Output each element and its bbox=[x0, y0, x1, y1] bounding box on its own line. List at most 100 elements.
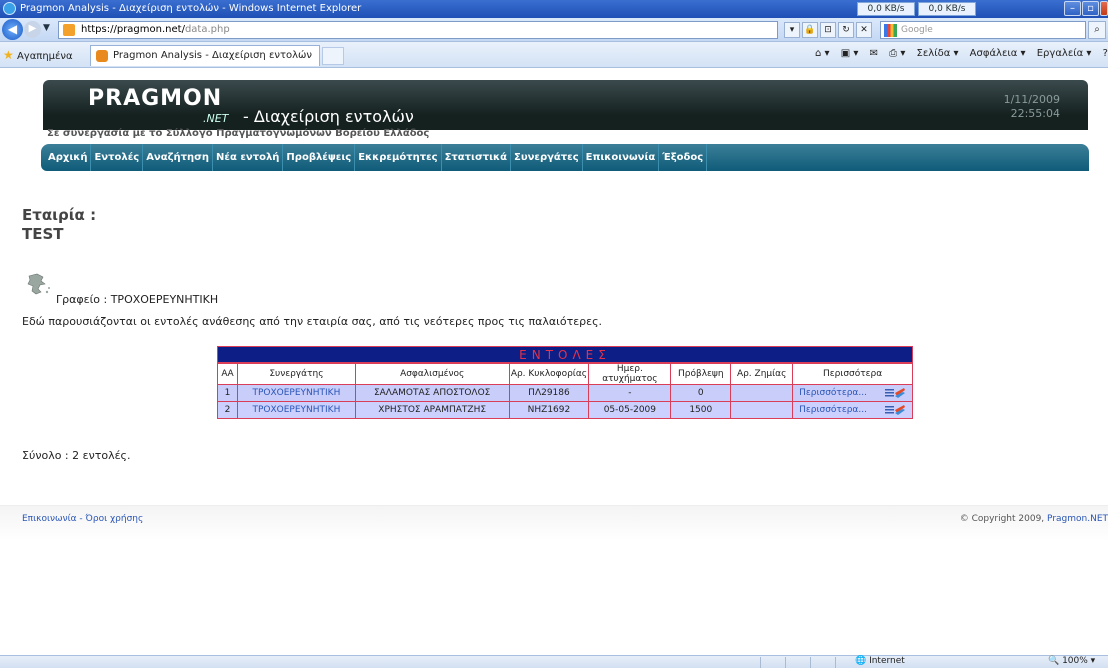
tools-menu[interactable]: Εργαλεία ▾ bbox=[1037, 48, 1092, 59]
upload-speed: 0,0 KB/s bbox=[918, 2, 976, 16]
col-plate: Αρ. Κυκλοφορίας bbox=[508, 363, 590, 385]
cell-claim-no bbox=[730, 401, 794, 419]
copyright: © Copyright 2009, Pragmon.NET bbox=[960, 514, 1108, 524]
history-dropdown[interactable]: ▼ bbox=[43, 23, 50, 33]
status-divider bbox=[835, 657, 836, 668]
site-header: PRAGMON .NET - Διαχείριση εντολών 1/11/2… bbox=[43, 80, 1088, 130]
favorites-label: Αγαπημένα bbox=[16, 51, 73, 62]
tab-title: Pragmon Analysis - Διαχείριση εντολών bbox=[113, 50, 312, 61]
edit-order-icon[interactable] bbox=[884, 404, 906, 416]
partner-link[interactable]: ΤΡΟΧΟΕΡΕΥΝΗΤΙΚΗ bbox=[236, 401, 356, 419]
menu-home[interactable]: Αρχική bbox=[45, 144, 92, 171]
cell-forecast: 1500 bbox=[670, 401, 732, 419]
col-aa: ΑΑ bbox=[217, 363, 238, 385]
google-icon bbox=[884, 24, 897, 37]
menu-orders[interactable]: Εντολές bbox=[91, 144, 144, 171]
cell-forecast: 0 bbox=[670, 384, 732, 402]
more-link[interactable]: Περισσότερα... bbox=[799, 388, 867, 398]
menu-logout[interactable]: Έξοδος bbox=[659, 144, 708, 171]
security-zone[interactable]: 🌐 Internet bbox=[855, 656, 905, 666]
help-icon[interactable]: ?▾ bbox=[1103, 48, 1108, 59]
copyright-link[interactable]: Pragmon.NET bbox=[1047, 514, 1108, 524]
search-input[interactable]: Google bbox=[880, 21, 1086, 39]
menu-forecasts[interactable]: Προβλέψεις bbox=[283, 144, 356, 171]
compat-view-icon[interactable]: ⊡ bbox=[820, 22, 836, 38]
site-footer: Επικοινωνία - Όροι χρήσης © Copyright 20… bbox=[0, 505, 1108, 541]
address-row: ◀ ▶ ▼ https://pragmon.net/data.php ▾ 🔒 ⊡ ↻ ✕… bbox=[0, 18, 1108, 42]
partner-link[interactable]: ΤΡΟΧΟΕΡΕΥΝΗΤΙΚΗ bbox=[236, 384, 356, 402]
menu-new-order[interactable]: Νέα εντολή bbox=[213, 144, 284, 171]
refresh-icon[interactable]: ↻ bbox=[838, 22, 854, 38]
greece-map-icon bbox=[27, 273, 50, 295]
page-content: PRAGMON .NET - Διαχείριση εντολών 1/11/2… bbox=[0, 69, 1108, 655]
office-label: Γραφείο : ΤΡΟΧΟΕΡΕΥΝΗΤΙΚΗ bbox=[56, 293, 219, 306]
table-row: 1 ΤΡΟΧΟΕΡΕΥΝΗΤΙΚΗ ΣΑΛΑΜΟΤΑΣ ΑΠΟΣΤΟΛΟΣ ΠΛ… bbox=[217, 384, 913, 402]
header-time: 22:55:04 bbox=[1010, 107, 1060, 120]
home-icon[interactable]: ⌂ ▾ bbox=[815, 48, 830, 59]
partner-subtitle: Σε συνεργασία με το Σύλλογο Πραγματογνωμ… bbox=[47, 128, 430, 139]
lock-icon[interactable]: 🔒 bbox=[802, 22, 818, 38]
status-divider bbox=[760, 657, 761, 668]
col-insured: Ασφαλισμένος bbox=[354, 363, 510, 385]
menu-pending[interactable]: Εκκρεμότητες bbox=[355, 144, 442, 171]
col-claim-no: Αρ. Ζημίας bbox=[730, 363, 794, 385]
favorites-button[interactable]: ★ Αγαπημένα bbox=[3, 48, 73, 62]
cell-accident-date: - bbox=[588, 384, 672, 402]
command-bar: ⌂ ▾ ▣ ▾ ✉ ⎙ ▾ Σελίδα ▾ Ασφάλεια ▾ Εργαλε… bbox=[815, 48, 1108, 59]
copyright-text: © Copyright 2009, bbox=[959, 514, 1045, 524]
search-placeholder: Google bbox=[901, 25, 933, 35]
zoom-level: 100% bbox=[1062, 656, 1088, 666]
safety-menu[interactable]: Ασφάλεια ▾ bbox=[970, 48, 1026, 59]
tabs-row: ★ Αγαπημένα Pragmon Analysis - Διαχείρισ… bbox=[0, 42, 1108, 68]
ie-icon bbox=[3, 2, 16, 15]
zoom-control[interactable]: 🔍 100% ▾ bbox=[1048, 656, 1095, 666]
col-partner: Συνεργάτης bbox=[236, 363, 356, 385]
search-button[interactable]: ⌕ bbox=[1088, 21, 1106, 39]
menu-search[interactable]: Αναζήτηση bbox=[143, 144, 214, 171]
back-button[interactable]: ◀ bbox=[2, 19, 23, 40]
cell-insured: ΣΑΛΑΜΟΤΑΣ ΑΠΟΣΤΟΛΟΣ bbox=[354, 384, 510, 402]
edit-order-icon[interactable] bbox=[884, 387, 906, 399]
cell-plate: ΠΛ29186 bbox=[508, 384, 590, 402]
cell-accident-date: 05-05-2009 bbox=[588, 401, 672, 419]
menu-partners[interactable]: Συνεργάτες bbox=[511, 144, 583, 171]
zone-label: Internet bbox=[869, 656, 905, 666]
menu-contact[interactable]: Επικοινωνία bbox=[583, 144, 660, 171]
window-title-bar: Pragmon Analysis - Διαχείριση εντολών - … bbox=[0, 0, 1108, 18]
new-tab-button[interactable] bbox=[322, 47, 344, 65]
restore-button[interactable]: ▫ bbox=[1082, 1, 1099, 16]
minimize-button[interactable]: – bbox=[1064, 1, 1081, 16]
print-icon[interactable]: ⎙ ▾ bbox=[889, 48, 905, 59]
pragmon-favicon bbox=[96, 50, 108, 62]
company-name: TEST bbox=[22, 225, 64, 243]
mail-icon[interactable]: ✉ bbox=[870, 48, 878, 59]
stop-icon[interactable]: ✕ bbox=[856, 22, 872, 38]
table-header-row: ΑΑ Συνεργάτης Ασφαλισμένος Αρ. Κυκλοφορί… bbox=[217, 363, 913, 385]
site-logo[interactable]: PRAGMON bbox=[88, 86, 222, 111]
address-dropdown-icon[interactable]: ▾ bbox=[784, 22, 800, 38]
status-divider bbox=[810, 657, 811, 668]
download-speed: 0,0 KB/s bbox=[857, 2, 915, 16]
footer-links[interactable]: Επικοινωνία - Όροι χρήσης bbox=[22, 514, 143, 524]
status-divider bbox=[785, 657, 786, 668]
col-accident-date: Ημερ. ατυχήματος bbox=[588, 363, 672, 385]
address-bar[interactable]: https://pragmon.net/data.php bbox=[58, 21, 778, 39]
description-text: Εδώ παρουσιάζονται οι εντολές ανάθεσης α… bbox=[22, 315, 603, 328]
header-datetime: 1/11/2009 22:55:04 bbox=[1004, 93, 1060, 121]
site-logo-sub: .NET bbox=[203, 112, 229, 125]
col-more: Περισσότερα bbox=[792, 363, 913, 385]
status-bar: 🌐 Internet 🔍 100% ▾ bbox=[0, 655, 1108, 668]
more-link[interactable]: Περισσότερα... bbox=[799, 405, 867, 415]
close-window-button[interactable] bbox=[1100, 1, 1108, 16]
page-menu[interactable]: Σελίδα ▾ bbox=[917, 48, 959, 59]
address-path: data.php bbox=[184, 24, 230, 35]
total-count: Σύνολο : 2 εντολές. bbox=[22, 449, 131, 462]
menu-statistics[interactable]: Στατιστικά bbox=[442, 144, 511, 171]
feeds-icon[interactable]: ▣ ▾ bbox=[841, 48, 859, 59]
page-title: - Διαχείριση εντολών bbox=[243, 107, 414, 126]
company-block: Εταιρία : TEST bbox=[22, 206, 96, 244]
tab-pragmon[interactable]: Pragmon Analysis - Διαχείριση εντολών bbox=[90, 45, 320, 66]
site-icon bbox=[63, 24, 75, 36]
more-cell: Περισσότερα... bbox=[792, 401, 913, 419]
forward-button[interactable]: ▶ bbox=[24, 21, 41, 38]
